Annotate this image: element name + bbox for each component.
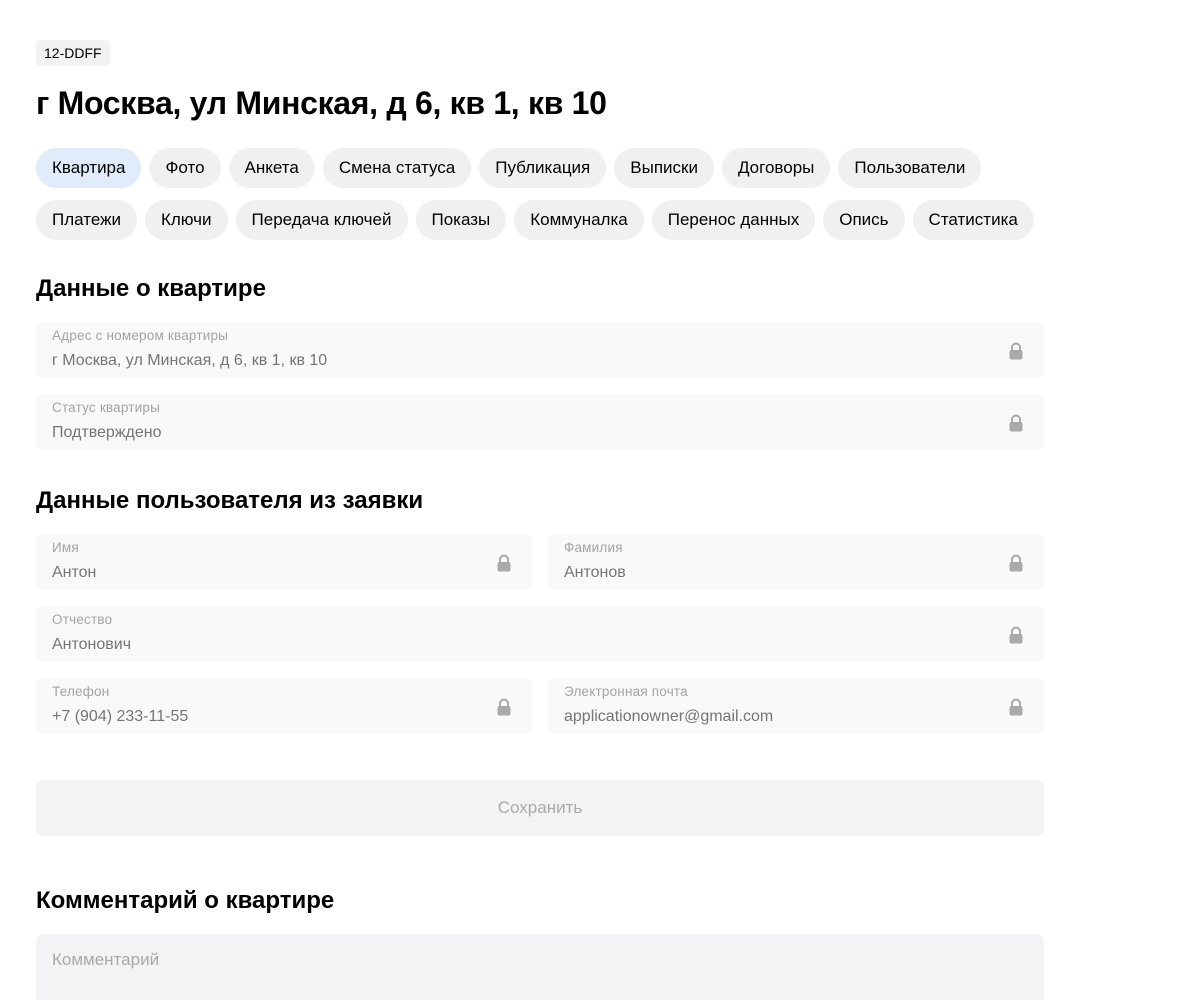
lock-icon [1009,554,1023,572]
phone-value: +7 (904) 233-11-55 [52,708,189,725]
phone-field[interactable]: Телефон +7 (904) 233-11-55 [36,678,532,734]
patronymic-field[interactable]: Отчество Антонович [36,606,1044,662]
tab-data-transfer[interactable]: Перенос данных [651,200,816,240]
address-label: Адрес с номером квартиры [52,328,229,343]
tab-users[interactable]: Пользователи [838,148,982,188]
tabs-bar: Квартира Фото Анкета Смена статуса Публи… [36,148,1044,240]
first-name-field[interactable]: Имя Антон [36,534,532,590]
phone-label: Телефон [52,684,110,699]
email-label: Электронная почта [564,684,688,699]
address-field[interactable]: Адрес с номером квартиры г Москва, ул Ми… [36,322,1044,378]
lock-icon [1009,698,1023,716]
apartment-page: 12-DDFF г Москва, ул Минская, д 6, кв 1,… [36,40,1044,1000]
tab-utilities[interactable]: Коммуналка [514,200,644,240]
tab-photo[interactable]: Фото [149,148,221,188]
email-value: applicationowner@gmail.com [564,708,774,725]
apartment-code-badge: 12-DDFF [36,40,110,66]
tab-questionnaire[interactable]: Анкета [228,148,315,188]
tab-publication[interactable]: Публикация [479,148,607,188]
tab-inventory[interactable]: Опись [823,200,905,240]
lock-icon [497,554,511,572]
tab-payments[interactable]: Платежи [36,200,137,240]
tab-statistics[interactable]: Статистика [912,200,1034,240]
comment-textarea[interactable]: Комментарий [36,934,1044,1000]
tab-key-handover[interactable]: Передача ключей [235,200,408,240]
lock-icon [1009,342,1023,360]
user-data-title: Данные пользователя из заявки [36,487,424,514]
name-row: Имя Антон Фамилия Антонов [36,534,1044,590]
flat-data-title: Данные о квартире [36,275,266,302]
email-field[interactable]: Электронная почта applicationowner@gmail… [548,678,1044,734]
address-value: г Москва, ул Минская, д 6, кв 1, кв 10 [52,352,328,369]
tab-contracts[interactable]: Договоры [721,148,831,188]
contacts-row: Телефон +7 (904) 233-11-55 Электронная п… [36,678,1044,734]
patronymic-label: Отчество [52,612,113,627]
tab-flat[interactable]: Квартира [36,148,142,188]
patronymic-value: Антонович [52,636,132,653]
last-name-field[interactable]: Фамилия Антонов [548,534,1044,590]
save-button[interactable]: Сохранить [36,780,1044,836]
first-name-label: Имя [52,540,79,555]
comment-title: Комментарий о квартире [36,887,335,914]
tab-keys[interactable]: Ключи [144,200,228,240]
page-title: г Москва, ул Минская, д 6, кв 1, кв 10 [36,85,607,121]
tab-showings[interactable]: Показы [415,200,507,240]
tab-status-change[interactable]: Смена статуса [322,148,472,188]
first-name-value: Антон [52,564,97,581]
lock-icon [1009,414,1023,432]
tab-statements[interactable]: Выписки [614,148,714,188]
last-name-label: Фамилия [564,540,623,555]
flat-status-value: Подтверждено [52,424,162,441]
last-name-value: Антонов [564,564,626,581]
lock-icon [1009,626,1023,644]
flat-status-field[interactable]: Статус квартиры Подтверждено [36,394,1044,450]
flat-status-label: Статус квартиры [52,400,161,415]
lock-icon [497,698,511,716]
